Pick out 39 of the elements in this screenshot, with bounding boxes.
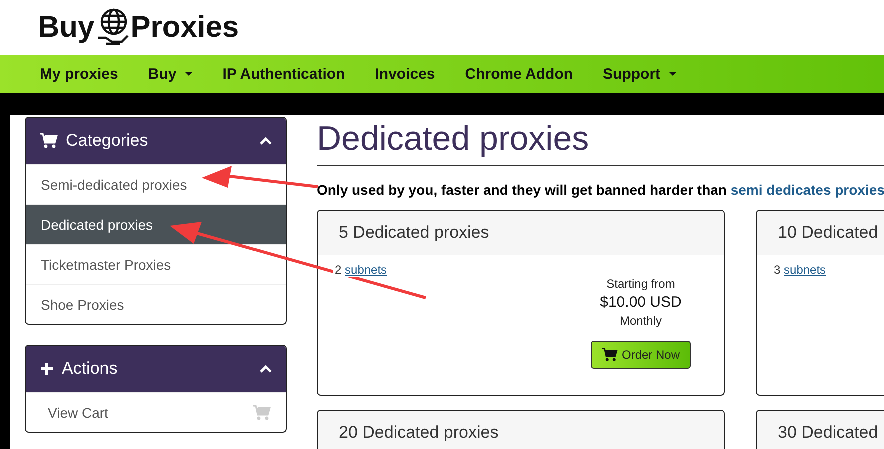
panel-title: Actions xyxy=(62,359,119,379)
card-title: 30 Dedicated xyxy=(778,423,878,443)
plus-icon xyxy=(40,362,54,376)
nav-link[interactable]: My proxies xyxy=(40,66,118,82)
panel-title: Categories xyxy=(66,131,150,151)
price: $10.00 USD xyxy=(600,294,682,311)
nav-link[interactable]: IP Authentication xyxy=(222,66,346,82)
chevron-icon[interactable] xyxy=(260,365,272,373)
panel-header[interactable]: Actions xyxy=(26,346,286,392)
nav-link[interactable]: Buy xyxy=(148,66,193,82)
nav-link[interactable]: Chrome Addon xyxy=(465,66,574,82)
subnets-link[interactable]: subnets xyxy=(345,263,388,277)
price-label: Starting from xyxy=(606,277,676,291)
panel-header[interactable]: Categories xyxy=(26,118,286,164)
subnets-link[interactable]: subnets xyxy=(784,263,826,277)
card-title: 20 Dedicated proxies xyxy=(339,423,499,443)
cart-icon xyxy=(253,404,271,420)
sidebar-item[interactable]: View Cart xyxy=(26,392,286,432)
card-title: 10 Dedicated xyxy=(778,223,878,243)
order-button[interactable]: Order Now xyxy=(590,341,691,369)
logo[interactable]: Buy Proxies xyxy=(38,8,240,48)
cart-icon xyxy=(602,348,618,362)
globe-hand-icon xyxy=(96,8,130,48)
sidebar-item[interactable]: Dedicated proxies xyxy=(26,204,286,244)
subnet-count: 3 xyxy=(774,263,781,277)
card-title: 5 Dedicated proxies xyxy=(339,223,490,243)
logo-text: Proxies xyxy=(130,10,240,44)
sidebar-item[interactable]: Ticketmaster Proxies xyxy=(26,244,286,284)
logo-text: Buy xyxy=(38,10,95,44)
nav-link[interactable]: Support xyxy=(603,66,677,82)
subnet-count: 2 xyxy=(335,263,342,277)
description: Only used by you, faster and they will get banned harder than semi dedicates proxies xyxy=(317,182,884,198)
chevron-icon[interactable] xyxy=(260,137,272,145)
nav-link[interactable]: Invoices xyxy=(375,66,436,82)
description-link[interactable]: semi dedicates proxies xyxy=(730,182,884,198)
sidebar-item[interactable]: Shoe Proxies xyxy=(26,284,286,324)
page-title: Dedicated proxies xyxy=(317,117,884,166)
billing-period: Monthly xyxy=(620,314,662,328)
cart-icon xyxy=(40,133,58,149)
